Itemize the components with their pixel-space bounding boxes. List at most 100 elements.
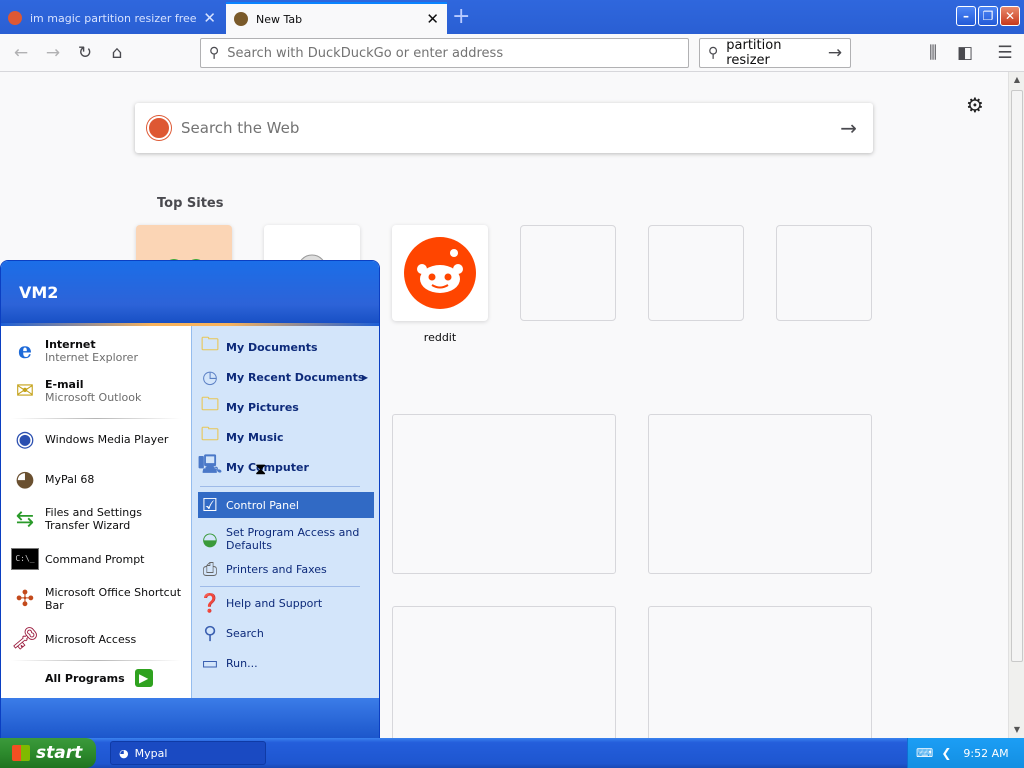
place-label: Run... [226, 656, 258, 670]
place-my-documents[interactable]: 🗀 My Documents [198, 334, 374, 360]
music-folder-icon: 🗀 [201, 424, 219, 445]
taskbar-button-mypal[interactable]: ◕ Mypal [110, 741, 266, 765]
recent-program[interactable]: ⇆ Files and Settings Transfer Wizard [9, 504, 189, 534]
computer-icon: 🖳 [198, 454, 223, 475]
place-label: Control Panel [226, 498, 299, 512]
program-label: Microsoft Office Shortcut Bar [45, 586, 182, 612]
pinned-title: E-mail [45, 378, 84, 391]
minimize-button[interactable]: – [956, 6, 976, 26]
search-go-arrow-icon[interactable]: → [824, 42, 846, 64]
windows-flag-icon [12, 745, 30, 761]
program-label: MyPal 68 [45, 472, 95, 486]
menu-icon[interactable]: ☰ [994, 42, 1016, 64]
pictures-folder-icon: 🗀 [201, 394, 219, 415]
start-button[interactable]: start [0, 738, 96, 768]
access-icon: 🗝 [11, 626, 39, 652]
reload-icon[interactable]: ↻ [74, 42, 96, 64]
top-site-tile-reddit[interactable] [392, 225, 488, 321]
place-label: My Documents [226, 340, 318, 354]
place-search[interactable]: ⚲ Search [198, 620, 374, 646]
place-run[interactable]: ▭ Run... [198, 650, 374, 676]
sidebar-icon[interactable]: ◧ [954, 42, 976, 64]
place-set-program-access[interactable]: ◒ Set Program Access and Defaults [198, 522, 374, 556]
place-label: Set Program Access and Defaults [226, 526, 360, 552]
task-label: Mypal [134, 746, 168, 760]
home-icon[interactable]: ⌂ [106, 42, 128, 64]
outlook-icon: ✉ [15, 378, 35, 404]
keyboard-icon[interactable]: ⌨ [916, 746, 933, 760]
scroll-thumb[interactable] [1011, 90, 1023, 662]
web-search-box[interactable]: Search the Web → [135, 103, 873, 153]
search-icon: ⚲ [708, 45, 719, 61]
scroll-up-arrow-icon[interactable]: ▲ [1009, 72, 1024, 88]
help-icon: ❓ [198, 592, 222, 614]
recent-program[interactable]: C:\_ Command Prompt [9, 544, 189, 574]
expand-tray-chevron-icon[interactable]: ❮ [941, 746, 951, 760]
place-help-support[interactable]: ❓ Help and Support [198, 590, 374, 616]
separator [200, 486, 360, 487]
back-arrow-icon[interactable]: ← [10, 42, 32, 64]
place-my-music[interactable]: 🗀 My Music [198, 424, 374, 450]
close-tab-icon[interactable]: ✕ [203, 9, 216, 27]
search-input[interactable]: partition resizer [726, 38, 824, 68]
submenu-arrow-icon: ▶ [361, 372, 368, 382]
program-access-icon: ◒ [202, 528, 218, 550]
scroll-down-arrow-icon[interactable]: ▼ [1009, 722, 1024, 738]
system-tray: ⌨ ❮ 9:52 AM [907, 738, 1024, 768]
place-control-panel[interactable]: ☑ Control Panel [198, 492, 374, 518]
restore-button[interactable]: ❐ [978, 6, 998, 26]
window-close-button[interactable]: ✕ [1000, 6, 1020, 26]
web-search-input[interactable]: Search the Web [181, 119, 840, 137]
highlight-placeholder [648, 606, 872, 746]
place-my-pictures[interactable]: 🗀 My Pictures [198, 394, 374, 420]
highlight-placeholder [392, 606, 616, 746]
recent-program[interactable]: 🗝 Microsoft Access [9, 624, 189, 654]
tab-new-tab[interactable]: New Tab ✕ [226, 2, 447, 34]
all-programs-button[interactable]: All Programs ▶ [45, 669, 153, 687]
empty-top-site-tile [776, 225, 872, 321]
place-my-recent-documents[interactable]: ◷ My Recent Documents ▶ [198, 364, 374, 390]
user-name: VM2 [19, 283, 59, 302]
tab-search-results[interactable]: im magic partition resizer free at l ✕ [0, 2, 224, 34]
library-icon[interactable]: ⫼ [922, 42, 944, 64]
ie-icon: e [18, 338, 32, 364]
place-my-computer[interactable]: 🖳 My Computer [198, 454, 374, 480]
top-sites-heading: Top Sites [157, 196, 224, 211]
mypal-favicon-icon [234, 12, 248, 26]
pinned-internet[interactable]: e Internet Internet Explorer [9, 336, 189, 366]
url-input[interactable]: Search with DuckDuckGo or enter address [227, 46, 503, 61]
empty-top-site-tile [520, 225, 616, 321]
place-label: My Computer [226, 460, 309, 474]
url-bar[interactable]: ⚲ Search with DuckDuckGo or enter addres… [200, 38, 689, 68]
green-arrow-icon: ▶ [134, 669, 153, 687]
place-printers-faxes[interactable]: ⎙ Printers and Faxes [198, 556, 374, 582]
transfer-wizard-icon: ⇆ [15, 506, 35, 532]
vertical-scrollbar[interactable]: ▲ ▼ [1008, 72, 1024, 738]
program-label: Command Prompt [45, 552, 145, 566]
clock[interactable]: 9:52 AM [963, 747, 1008, 760]
arrow-right-icon[interactable]: → [840, 116, 857, 140]
separator [11, 660, 181, 661]
search-icon: ⚲ [209, 45, 220, 61]
close-tab-icon[interactable]: ✕ [426, 10, 439, 28]
start-menu-footer [1, 698, 379, 739]
place-label: Search [226, 626, 264, 640]
start-menu-places: 🗀 My Documents ◷ My Recent Documents ▶ 🗀 My … [191, 326, 379, 698]
start-menu: VM2 e Internet Internet Explorer ✉ E-mail… [0, 260, 380, 740]
recent-program[interactable]: ✣ Microsoft Office Shortcut Bar [9, 584, 189, 614]
forward-arrow-icon[interactable]: → [42, 42, 64, 64]
recent-program[interactable]: ◕ MyPal 68 [9, 464, 189, 494]
place-label: Printers and Faxes [226, 562, 327, 576]
folder-icon: 🗀 [201, 334, 219, 355]
duckduckgo-logo-icon [147, 116, 171, 140]
recent-program[interactable]: ◉ Windows Media Player [9, 424, 189, 454]
reddit-icon [404, 237, 476, 309]
search-bar[interactable]: ⚲ partition resizer → [699, 38, 851, 68]
recent-documents-icon: ◷ [202, 366, 218, 388]
new-tab-button[interactable]: + [452, 4, 470, 30]
navigation-toolbar: ← → ↻ ⌂ ⚲ Search with DuckDuckGo or ente… [0, 34, 1024, 72]
gear-icon[interactable]: ⚙ [966, 93, 984, 117]
media-player-icon: ◉ [15, 426, 35, 452]
pinned-email[interactable]: ✉ E-mail Microsoft Outlook [9, 376, 189, 406]
tab-title: im magic partition resizer free at l [30, 11, 197, 25]
